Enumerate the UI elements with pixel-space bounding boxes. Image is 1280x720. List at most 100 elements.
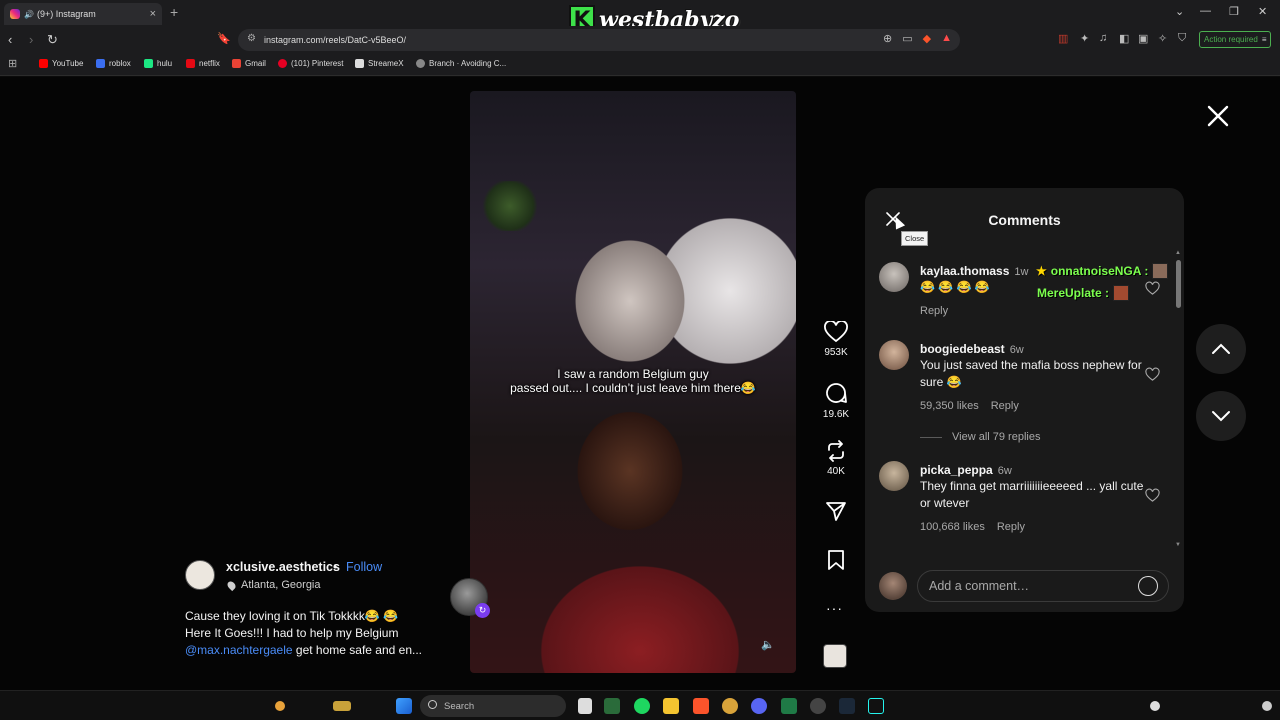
file-icon[interactable]: [578, 698, 592, 714]
sidebar-toggle-icon[interactable]: ◧: [1119, 32, 1129, 45]
reload-button[interactable]: ↻: [47, 32, 58, 48]
bookmark-hulu[interactable]: hulu: [144, 59, 172, 68]
previous-reel-button[interactable]: [1196, 324, 1246, 374]
windows-start-icon[interactable]: [396, 698, 412, 714]
bookmark-roblox[interactable]: roblox: [96, 59, 131, 68]
app-icon[interactable]: [810, 698, 826, 714]
minimize-button[interactable]: —: [1200, 5, 1211, 17]
remix-avatar[interactable]: ↻: [450, 578, 490, 618]
comment-username[interactable]: boogiedebeast 6w: [920, 342, 1024, 356]
audio-volume-icon[interactable]: 🔈: [761, 638, 775, 651]
caption-mention-link[interactable]: @max.nachtergaele: [185, 643, 293, 657]
vpn-icon[interactable]: ⛉: [1178, 32, 1186, 45]
location-tag[interactable]: Atlanta, Georgia: [225, 579, 321, 591]
wallet-icon[interactable]: ▣: [1138, 32, 1148, 45]
comment-avatar[interactable]: [879, 340, 909, 370]
heart-icon[interactable]: [824, 321, 848, 343]
share-action[interactable]: [818, 500, 854, 522]
bookmark-icon[interactable]: 🔖: [217, 32, 231, 45]
menu-icon: ≡: [1261, 35, 1267, 44]
apps-grid-icon[interactable]: ⊞: [8, 57, 17, 70]
bookmark-save-icon[interactable]: [827, 549, 845, 571]
comment-likes[interactable]: 59,350 likes: [920, 400, 979, 412]
caption-line-3[interactable]: @max.nachtergaele get home safe and en..…: [185, 643, 422, 657]
cast-icon[interactable]: ▭: [902, 32, 912, 45]
like-action[interactable]: 953K: [818, 321, 854, 358]
brave-browser-icon[interactable]: [693, 698, 709, 714]
comment-likes[interactable]: 100,668 likes: [920, 521, 985, 533]
next-reel-button[interactable]: [1196, 391, 1246, 441]
back-button[interactable]: ‹: [8, 32, 12, 47]
steam-icon[interactable]: [839, 698, 855, 714]
address-bar[interactable]: ⚙ instagram.com/reels/DatC-v5BeeO/ ⊕ ▭ ◆…: [238, 29, 960, 51]
comment-like-heart-icon[interactable]: [1145, 488, 1160, 503]
reply-button[interactable]: Reply: [991, 400, 1019, 412]
follow-button[interactable]: Follow: [346, 560, 382, 574]
notification-icon[interactable]: [1262, 701, 1272, 711]
brave-shields-icon[interactable]: ◆: [923, 32, 931, 45]
bookmark-pinterest[interactable]: (101) Pinterest: [278, 59, 343, 68]
bookmark-branch[interactable]: Branch · Avoiding C...: [416, 59, 506, 68]
cloud-icon[interactable]: [1150, 701, 1160, 711]
author-username[interactable]: xclusive.aesthetics: [226, 560, 340, 574]
send-icon[interactable]: [825, 500, 847, 522]
tab-close-icon[interactable]: ×: [150, 8, 156, 20]
separator-dot: •: [333, 560, 338, 574]
bookmark-streamex[interactable]: StreameX: [355, 59, 404, 68]
app-icon[interactable]: [604, 698, 620, 714]
media-controls-icon[interactable]: ♫: [1099, 32, 1107, 44]
scroll-up-arrow-icon[interactable]: ▲: [1175, 250, 1181, 256]
new-tab-button[interactable]: +: [170, 4, 178, 20]
bookmark-netflix[interactable]: netflix: [186, 59, 220, 68]
comment-like-heart-icon[interactable]: [1145, 281, 1160, 296]
original-audio-thumbnail[interactable]: [823, 644, 847, 668]
bookmark-gmail[interactable]: Gmail: [232, 59, 266, 68]
comment-avatar[interactable]: [879, 262, 909, 292]
widget-icon[interactable]: [333, 701, 351, 711]
brave-rewards-icon[interactable]: ▲: [941, 32, 952, 45]
comment-count: 19.6K: [822, 409, 850, 420]
emoji-picker-icon[interactable]: [1138, 576, 1158, 596]
browser-tab-instagram[interactable]: 🔊 (9+) Instagram ×: [4, 3, 162, 25]
excel-icon[interactable]: [781, 698, 797, 714]
leo-ai-icon[interactable]: ✧: [1158, 32, 1167, 45]
zoom-icon[interactable]: ⊕: [883, 32, 892, 45]
reply-button[interactable]: Reply: [920, 305, 948, 317]
comment-action[interactable]: 19.6K: [818, 381, 854, 420]
extension-icon[interactable]: ▥: [1058, 32, 1068, 45]
window-close-button[interactable]: ✕: [1258, 5, 1267, 18]
author-avatar[interactable]: [185, 560, 215, 590]
tab-search-chevron-icon[interactable]: ⌄: [1175, 5, 1184, 18]
spotify-icon[interactable]: [634, 698, 650, 714]
extensions-puzzle-icon[interactable]: ✦: [1080, 32, 1089, 45]
scroll-down-arrow-icon[interactable]: ▼: [1175, 542, 1181, 548]
site-settings-icon[interactable]: ⚙: [247, 33, 256, 44]
more-options-icon[interactable]: ···: [826, 600, 843, 616]
weather-icon[interactable]: [275, 701, 285, 711]
repost-icon[interactable]: [825, 440, 847, 462]
audio-playing-icon[interactable]: 🔊: [24, 10, 34, 19]
discord-icon[interactable]: [751, 698, 767, 714]
file-explorer-icon[interactable]: [663, 698, 679, 714]
comment-like-heart-icon[interactable]: [1145, 367, 1160, 382]
comments-scrollbar[interactable]: ▲ ▼: [1175, 250, 1181, 548]
tiktok-icon[interactable]: [868, 698, 884, 714]
save-action[interactable]: [818, 549, 854, 571]
comment-username[interactable]: kaylaa.thomass 1w: [920, 264, 1028, 278]
forward-button[interactable]: ›: [29, 32, 33, 47]
comment-username[interactable]: picka_peppa 6w: [920, 463, 1012, 477]
taskbar-search-box[interactable]: Search: [420, 695, 566, 717]
bookmark-youtube[interactable]: YouTube: [39, 59, 83, 68]
maximize-button[interactable]: ❐: [1229, 5, 1239, 18]
add-comment-input[interactable]: Add a comment…: [917, 570, 1169, 602]
scrollbar-thumb[interactable]: [1176, 260, 1181, 308]
comment-bubble-icon[interactable]: [824, 381, 848, 405]
comment-avatar[interactable]: [879, 461, 909, 491]
reply-button[interactable]: Reply: [997, 521, 1025, 533]
close-reel-icon[interactable]: [1205, 103, 1231, 129]
repost-action[interactable]: 40K: [818, 440, 854, 477]
chrome-icon[interactable]: [722, 698, 738, 714]
search-icon: [428, 700, 437, 709]
view-replies-button[interactable]: View all 79 replies: [920, 431, 1040, 443]
action-required-button[interactable]: Action required ≡: [1199, 31, 1272, 48]
